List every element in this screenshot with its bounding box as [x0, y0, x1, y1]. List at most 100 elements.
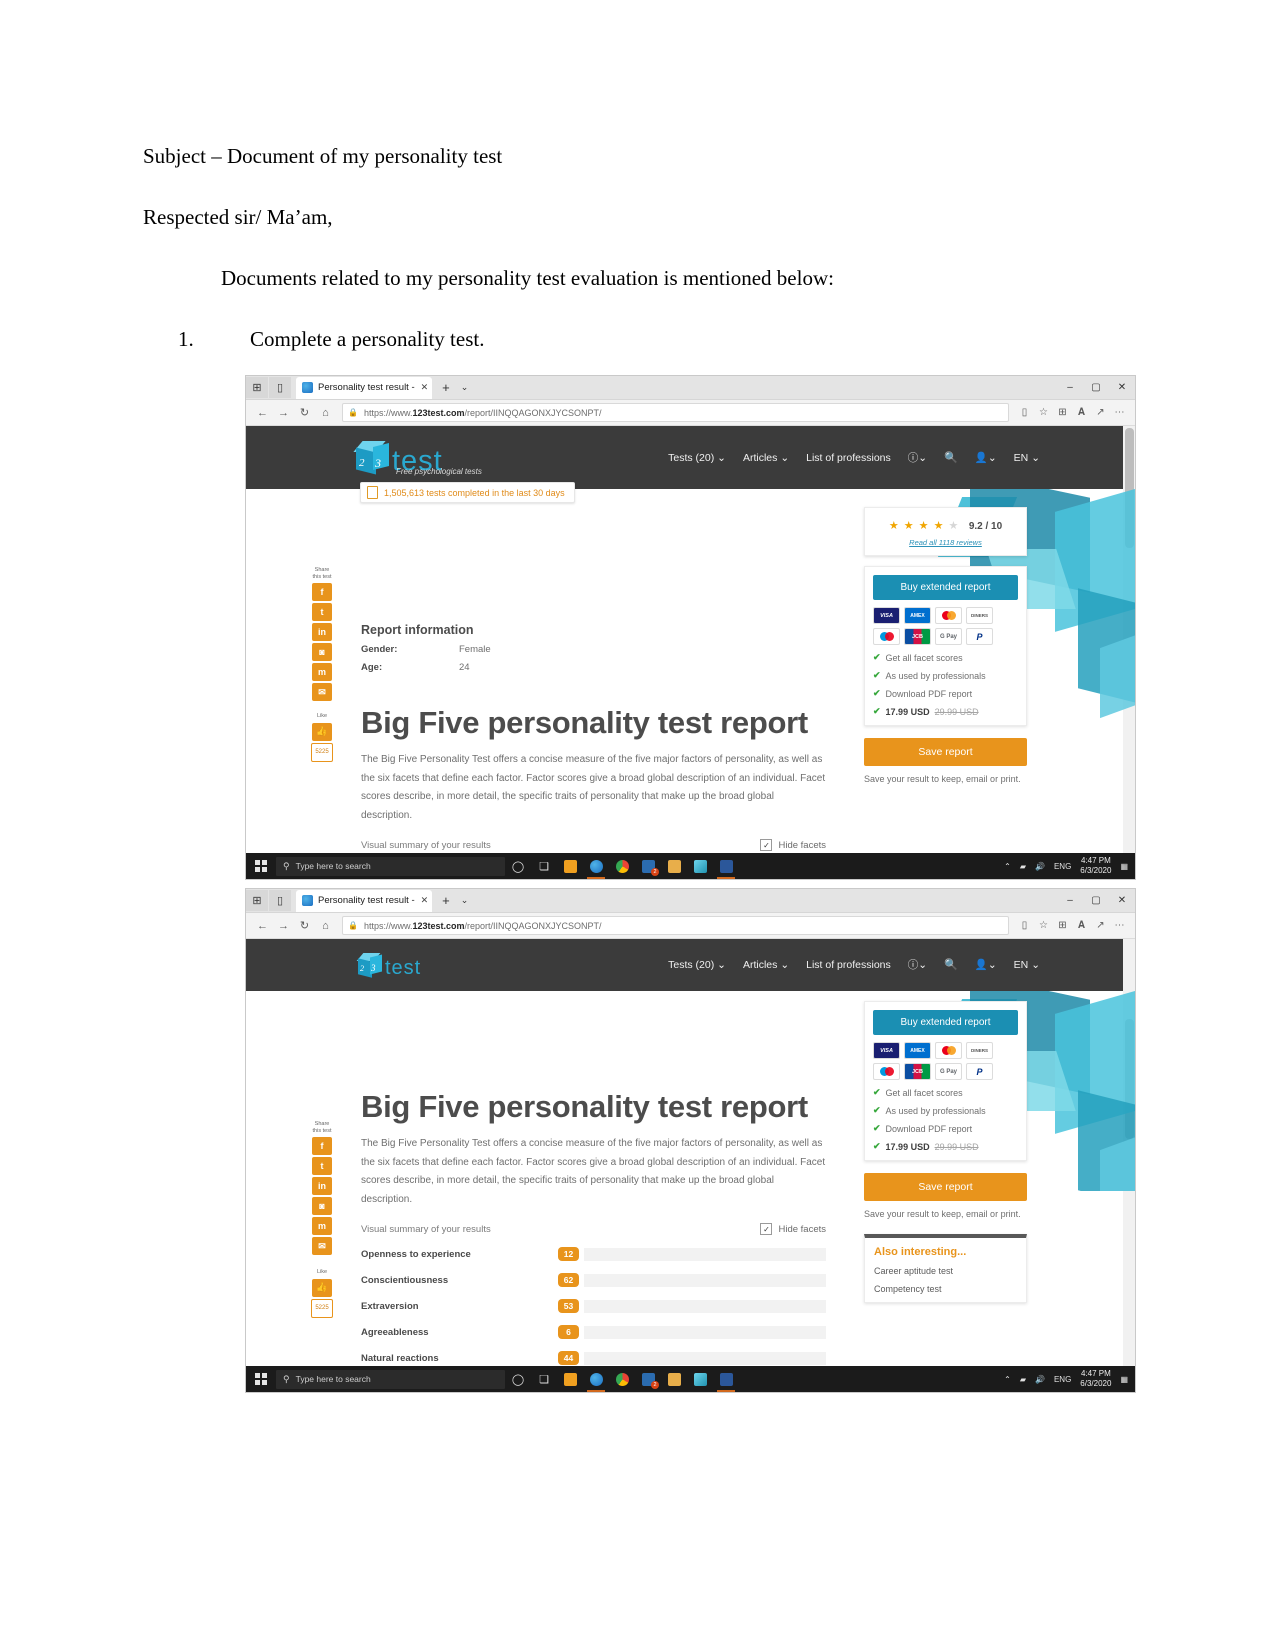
forward-icon[interactable]: → [273, 407, 294, 419]
share-linkedin-button[interactable]: in [312, 623, 332, 642]
photos-icon[interactable] [687, 1366, 713, 1392]
new-tab-icon[interactable]: + [442, 893, 450, 908]
favorite-star-icon[interactable]: ☆ [1034, 920, 1053, 931]
close-tab-icon[interactable]: ✕ [421, 382, 429, 393]
browser-tab[interactable]: Personality test result - ✕ [296, 376, 433, 399]
chrome-icon[interactable] [609, 1366, 635, 1392]
mail-icon[interactable]: 2 [635, 853, 661, 879]
forward-icon[interactable]: → [273, 920, 294, 932]
share-twitter-button[interactable]: t [312, 1157, 332, 1176]
task-view-icon[interactable]: ❏ [531, 1366, 557, 1392]
collections-icon[interactable]: ⊞ [1053, 920, 1072, 931]
home-icon[interactable]: ⌂ [315, 920, 336, 932]
taskbar-search[interactable]: ⚲ Type here to search [276, 856, 505, 876]
settings-more-icon[interactable]: ⋯ [1110, 920, 1129, 931]
address-bar[interactable]: 🔒 https://www.123test.com/report/IINQQAG… [342, 916, 1009, 935]
site-logo[interactable]: 2 3 test [356, 953, 421, 978]
browser-tab[interactable]: Personality test result - ✕ [296, 889, 433, 912]
edge-icon[interactable] [583, 1366, 609, 1392]
tab-actions-icon[interactable]: ⊞ [246, 377, 268, 398]
minimize-button[interactable]: – [1057, 382, 1083, 393]
task-view-icon[interactable]: ❏ [531, 853, 557, 879]
volume-icon[interactable]: 🔊 [1035, 1375, 1045, 1384]
maximize-button[interactable]: ▢ [1083, 895, 1109, 906]
address-bar[interactable]: 🔒 https://www.123test.com/report/IINQQAG… [342, 403, 1009, 422]
share-email-button[interactable]: ✉ [312, 1237, 332, 1256]
search-icon[interactable]: 🔍 [944, 451, 958, 464]
maximize-button[interactable]: ▢ [1083, 382, 1109, 393]
save-report-button[interactable]: Save report [864, 1173, 1027, 1201]
info-icon[interactable]: ⓘ⌄ [908, 450, 927, 465]
hide-facets-checkbox[interactable]: ✓ [760, 1223, 773, 1235]
reading-view-icon[interactable]: ▯ [1015, 407, 1034, 418]
share-facebook-button[interactable]: f [312, 583, 332, 602]
back-icon[interactable]: ← [252, 920, 273, 932]
back-icon[interactable]: ← [252, 407, 273, 419]
share-instagram-button[interactable]: ◙ [312, 643, 332, 662]
reading-view-icon[interactable]: ▯ [1015, 920, 1034, 931]
word-icon[interactable] [713, 853, 739, 879]
hide-facets-checkbox[interactable]: ✓ [760, 839, 773, 851]
home-icon[interactable]: ⌂ [315, 407, 336, 419]
chevron-up-icon[interactable]: ⌃ [1004, 1375, 1011, 1384]
share-twitter-button[interactable]: t [312, 603, 332, 622]
new-tab-icon[interactable]: + [442, 380, 450, 395]
favorite-star-icon[interactable]: ☆ [1034, 407, 1053, 418]
refresh-icon[interactable]: ↻ [294, 406, 315, 419]
mail-icon[interactable]: 2 [635, 1366, 661, 1392]
notification-icon[interactable]: ▦ [1120, 1375, 1128, 1384]
share-icon[interactable]: ↗ [1091, 407, 1110, 418]
nav-item-articles[interactable]: Articles ⌄ [743, 959, 789, 971]
set-aside-tabs-icon[interactable]: ▯ [269, 377, 291, 398]
save-report-button[interactable]: Save report [864, 738, 1027, 766]
also-interesting-item[interactable]: Career aptitude test [874, 1266, 1017, 1276]
nav-item-tests[interactable]: Tests (20) ⌄ [668, 959, 726, 971]
clock[interactable]: 4:47 PM 6/3/2020 [1080, 856, 1111, 876]
read-aloud-icon[interactable]: 𝐀 [1072, 920, 1091, 931]
settings-more-icon[interactable]: ⋯ [1110, 407, 1129, 418]
chevron-up-icon[interactable]: ⌃ [1004, 862, 1011, 871]
chevron-down-icon[interactable]: ⌄ [461, 382, 469, 393]
cortana-icon[interactable]: ◯ [505, 1366, 531, 1392]
hide-facets-toggle[interactable]: ✓ Hide facets [760, 839, 826, 851]
network-icon[interactable]: ▰ [1020, 1375, 1026, 1384]
file-explorer-icon[interactable] [661, 1366, 687, 1392]
nav-item-professions[interactable]: List of professions [806, 959, 891, 971]
buy-extended-report-button[interactable]: Buy extended report [873, 575, 1018, 600]
account-icon[interactable]: 👤⌄ [975, 958, 997, 971]
photos-icon[interactable] [687, 853, 713, 879]
network-icon[interactable]: ▰ [1020, 862, 1026, 871]
like-button[interactable]: 👍 [312, 722, 332, 741]
cortana-icon[interactable]: ◯ [505, 853, 531, 879]
read-aloud-icon[interactable]: 𝐀 [1072, 407, 1091, 418]
start-button[interactable] [246, 860, 276, 872]
notification-icon[interactable]: ▦ [1120, 862, 1128, 871]
chrome-icon[interactable] [609, 853, 635, 879]
like-button[interactable]: 👍 [312, 1278, 332, 1297]
language-selector[interactable]: EN ⌄ [1014, 452, 1040, 464]
nav-item-tests[interactable]: Tests (20) ⌄ [668, 452, 726, 464]
search-icon[interactable]: 🔍 [944, 958, 958, 971]
reviews-link[interactable]: Read all 1118 reviews [871, 538, 1020, 547]
language-indicator[interactable]: ENG [1054, 1375, 1071, 1384]
taskbar-search[interactable]: ⚲ Type here to search [276, 1369, 505, 1389]
clock[interactable]: 4:47 PM 6/3/2020 [1080, 1369, 1111, 1389]
volume-icon[interactable]: 🔊 [1035, 862, 1045, 871]
close-window-button[interactable]: ✕ [1109, 895, 1135, 906]
info-icon[interactable]: ⓘ⌄ [908, 957, 927, 972]
chevron-down-icon[interactable]: ⌄ [461, 895, 469, 906]
minimize-button[interactable]: – [1057, 895, 1083, 906]
close-tab-icon[interactable]: ✕ [421, 895, 429, 906]
share-icon[interactable]: ↗ [1091, 920, 1110, 931]
store-icon[interactable] [557, 853, 583, 879]
language-selector[interactable]: EN ⌄ [1014, 959, 1040, 971]
account-icon[interactable]: 👤⌄ [975, 451, 997, 464]
share-messenger-button[interactable]: m [312, 663, 332, 682]
also-interesting-item[interactable]: Competency test [874, 1284, 1017, 1294]
start-button[interactable] [246, 1373, 276, 1385]
edge-icon[interactable] [583, 853, 609, 879]
hide-facets-toggle[interactable]: ✓ Hide facets [760, 1223, 826, 1235]
share-facebook-button[interactable]: f [312, 1137, 332, 1156]
collections-icon[interactable]: ⊞ [1053, 407, 1072, 418]
set-aside-tabs-icon[interactable]: ▯ [269, 890, 291, 911]
